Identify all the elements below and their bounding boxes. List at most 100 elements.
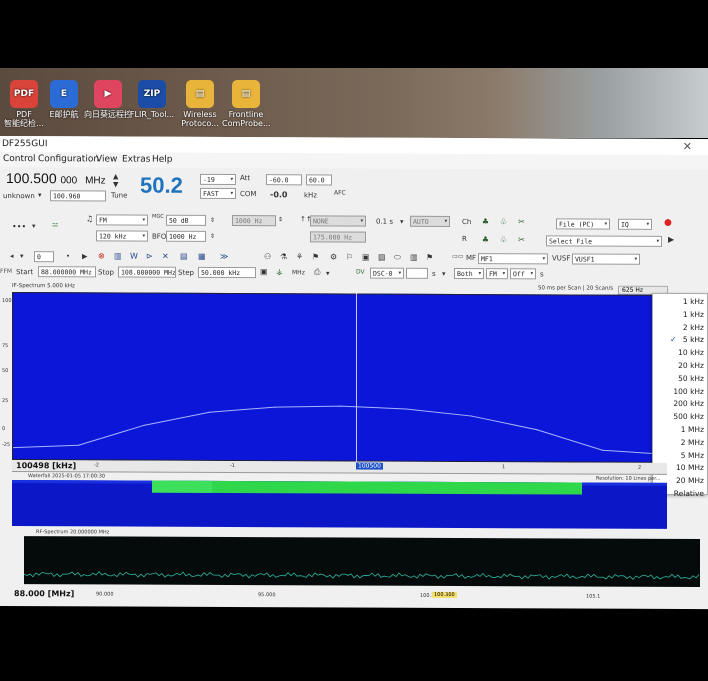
printer-dropdown-icon[interactable]: ▾	[326, 269, 330, 277]
desktop-icon[interactable]: ▶ 向日葵远程控	[84, 80, 132, 119]
demodulation-dropdown[interactable]: FM	[96, 214, 148, 226]
tune-up-icon[interactable]: ▲	[113, 172, 118, 180]
resolution-option[interactable]: 5 MHz	[654, 450, 704, 460]
bfo-field[interactable]: 1000 Hz	[166, 230, 206, 242]
menu-item[interactable]: Help	[152, 155, 173, 165]
frequency-display[interactable]: 100.500 000 MHz	[6, 170, 106, 186]
rf-x-highlight[interactable]: 100.300	[432, 591, 457, 598]
record-r-icon[interactable]: ♣	[480, 234, 491, 245]
both-dropdown[interactable]: Both	[454, 267, 484, 280]
printer-icon[interactable]: ⎙	[314, 267, 320, 277]
tool-f-icon[interactable]: ⚐	[346, 253, 353, 262]
resolution-option[interactable]: 50 kHz	[654, 374, 704, 383]
bandwidth-field[interactable]: 1000 Hz	[232, 215, 276, 227]
auto-dropdown[interactable]: AUTO	[410, 215, 450, 227]
bars-icon[interactable]: ▥	[114, 251, 122, 260]
more-dropdown-icon[interactable]: ▾	[32, 222, 36, 230]
tune-down-icon[interactable]: ▼	[113, 180, 118, 188]
resolution-option[interactable]: 1 kHz	[654, 297, 704, 306]
desktop-icon[interactable]: ▤ Wireless Protoco...	[176, 80, 224, 128]
play-button-icon[interactable]: ▶	[668, 235, 674, 244]
record-button-icon[interactable]: ●	[664, 218, 672, 228]
x-icon[interactable]: ✕	[162, 252, 169, 261]
resolution-option[interactable]: 2 kHz	[654, 322, 704, 332]
resolution-option[interactable]: 200 kHz	[654, 399, 704, 408]
fast-forward-icon[interactable]: ≫	[220, 252, 228, 261]
tool-a-icon[interactable]: ⚇	[264, 252, 271, 261]
noise-dropdown[interactable]: NONE	[310, 215, 366, 227]
tool-h-icon[interactable]: ▤	[378, 253, 386, 262]
more-icon[interactable]: •••	[12, 222, 26, 231]
zero-field[interactable]: 0	[34, 251, 54, 263]
play-small-icon[interactable]: ▶	[82, 252, 87, 260]
scan-step-field[interactable]: 50.000 kHz	[198, 266, 256, 279]
save-icon[interactable]: ▣	[260, 267, 268, 276]
mf-dropdown[interactable]: MF1	[478, 253, 548, 265]
tool-k-icon[interactable]: ⚑	[426, 253, 433, 262]
menu-item[interactable]: View	[96, 154, 117, 164]
resolution-option[interactable]: 100 kHz	[654, 386, 704, 396]
resolution-option[interactable]: 5 kHz	[654, 335, 704, 344]
iq-dropdown[interactable]: IQ	[618, 218, 652, 230]
toolbar-arrow-icon[interactable]: ◂	[10, 252, 14, 260]
bw-spinner-icon[interactable]: ⇕	[278, 216, 283, 223]
resolution-option[interactable]: 500 kHz	[654, 412, 704, 421]
mgc-spinner-icon[interactable]: ⇕	[210, 217, 215, 224]
waterfall-plot[interactable]	[12, 480, 667, 529]
dsc-dropdown[interactable]: DSC-0	[370, 267, 404, 279]
desktop-icon[interactable]: E E邮护航	[40, 80, 88, 119]
resolution-option[interactable]: 2 MHz	[654, 438, 704, 447]
noise-level-field[interactable]: 175.000 Hz	[310, 231, 366, 243]
time-dropdown-icon[interactable]: ▾	[400, 218, 404, 226]
scan-icon[interactable]: ⊗	[98, 251, 105, 260]
speed-dropdown[interactable]: FAST	[200, 187, 236, 200]
menu-item[interactable]: Extras	[122, 155, 150, 165]
duration-dropdown-icon[interactable]: ▾	[442, 270, 446, 278]
vusf-dropdown[interactable]: VUSF1	[572, 253, 640, 265]
attenuation-field[interactable]: -19	[200, 173, 236, 186]
tool-j-icon[interactable]: ▥	[410, 253, 418, 262]
bfo-spinner-icon[interactable]: ⇕	[210, 233, 215, 240]
tool-g-icon[interactable]: ▣	[362, 253, 370, 262]
open-icon[interactable]: ⚶	[276, 267, 283, 276]
unknown-dropdown-icon[interactable]: ▾	[38, 191, 42, 199]
headphones-icon[interactable]: ♫	[86, 214, 93, 223]
list-icon[interactable]: ▤	[180, 252, 188, 261]
desktop-icon[interactable]: ▤ Frontline ComProbe...	[222, 80, 271, 128]
w-icon[interactable]: W	[130, 252, 138, 261]
tool-d-icon[interactable]: ⚑	[312, 252, 319, 261]
file-dropdown[interactable]: File (PC)	[556, 218, 610, 230]
toolbar-dropdown-icon[interactable]: ▾	[20, 252, 24, 260]
spectrum-plot[interactable]	[12, 292, 668, 463]
tool-b-icon[interactable]: ⚗	[280, 252, 287, 261]
menu-item[interactable]: Configuration	[38, 154, 99, 164]
desktop-icon[interactable]: ZIP FLIR_Tool...	[128, 80, 176, 119]
stop-field[interactable]: 108.000000 MHz	[118, 266, 176, 278]
close-icon[interactable]: ✕	[683, 140, 692, 153]
tool-i-icon[interactable]: ⬭	[394, 253, 401, 263]
antenna-icon[interactable]: ⚍	[52, 220, 58, 228]
tools-icon[interactable]: ✂	[516, 216, 527, 227]
step-right-icon[interactable]: ⊳	[146, 252, 153, 261]
tool-c-icon[interactable]: ⚘	[296, 252, 303, 261]
frequency-cursor[interactable]	[356, 293, 357, 462]
off-dropdown[interactable]: Off	[510, 268, 536, 280]
rf-spectrum-plot[interactable]	[23, 536, 700, 588]
select-file-dropdown[interactable]: Select File	[546, 235, 662, 247]
resolution-option[interactable]: 10 kHz	[654, 348, 704, 357]
x-axis-center[interactable]: 100500	[356, 462, 383, 470]
afc-label[interactable]: AFC	[334, 189, 346, 196]
fm-dropdown[interactable]: FM	[486, 268, 508, 280]
mgc-field[interactable]: 50 dB	[166, 214, 206, 226]
menu-item[interactable]: Control	[3, 154, 36, 164]
playback-r-icon[interactable]: ♧	[498, 234, 509, 245]
start-field[interactable]: 88.000000 MHz	[38, 266, 96, 278]
offset-low-field[interactable]: -60.0	[266, 174, 302, 186]
resolution-option[interactable]: 20 kHz	[654, 361, 704, 370]
step-field[interactable]: 100.960	[50, 190, 106, 202]
tools-r-icon[interactable]: ✂	[516, 234, 527, 245]
resolution-option[interactable]: 1 kHz	[654, 310, 704, 319]
table-icon[interactable]: ▦	[198, 252, 206, 261]
record-icon[interactable]: ♣	[480, 216, 491, 227]
tool-e-icon[interactable]: ⚙	[330, 252, 337, 261]
